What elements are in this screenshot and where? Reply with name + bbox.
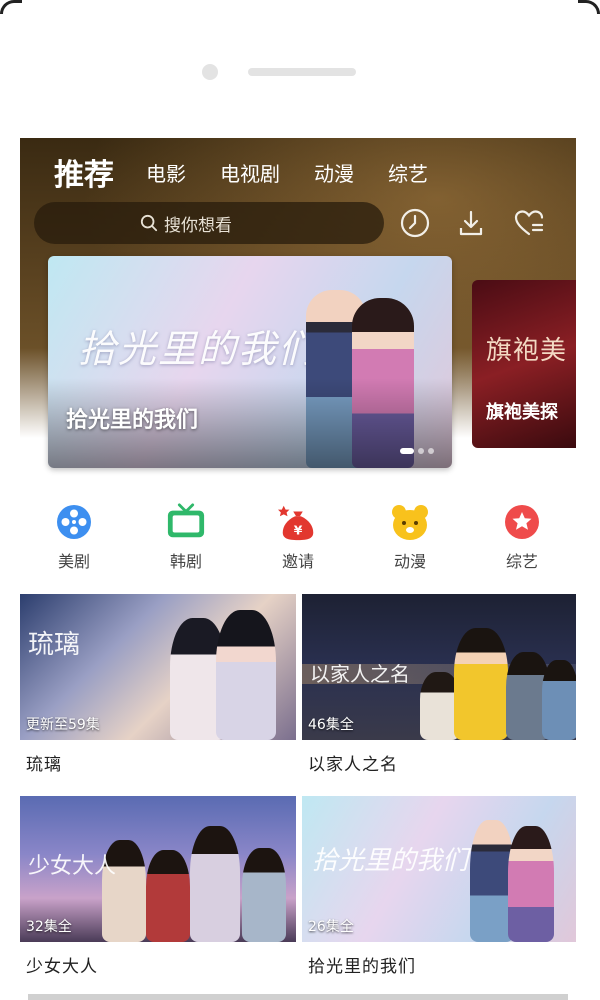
earpiece-speaker: [248, 68, 356, 76]
video-title: 琉璃: [26, 755, 62, 775]
film-reel-icon: [54, 502, 94, 542]
video-card[interactable]: 以家人之名 46集全 以家人之名: [302, 594, 576, 775]
phone-bezel: [0, 0, 600, 138]
banner-title: 拾光里的我们: [66, 408, 199, 433]
episode-status: 更新至59集: [26, 717, 100, 733]
download-icon[interactable]: [454, 206, 488, 240]
category-label: 综艺: [505, 552, 538, 571]
category-shortcuts: 美剧 韩剧 ¥ 邀请 动漫 综艺: [20, 502, 576, 582]
carousel-dot: [400, 448, 414, 454]
category-american-drama[interactable]: 美剧: [34, 502, 114, 572]
video-poster: 少女大人 32集全: [20, 796, 296, 942]
carousel-indicator: [396, 448, 434, 454]
tv-icon: [166, 502, 206, 542]
episode-status: 32集全: [26, 919, 72, 935]
poster-figure: [242, 848, 286, 942]
poster-logo: 少女大人: [28, 854, 117, 879]
carousel-dot: [418, 448, 424, 454]
tab-anime[interactable]: 动漫: [314, 158, 354, 187]
tab-tv-series[interactable]: 电视剧: [220, 158, 280, 187]
video-poster: 以家人之名 46集全: [302, 594, 576, 740]
category-label: 动漫: [393, 552, 426, 571]
bezel-corner-right: [578, 0, 600, 14]
search-placeholder: 搜你想看: [164, 215, 232, 236]
episode-status: 46集全: [308, 717, 354, 733]
poster-figure: [542, 660, 576, 740]
poster-figure: [146, 850, 190, 942]
next-banner-logo: 旗袍美: [486, 336, 568, 366]
next-banner[interactable]: 旗袍美 旗袍美探: [472, 280, 576, 448]
favorites-icon[interactable]: [512, 206, 546, 240]
hero-banner[interactable]: 拾光里的我们 拾光里的我们: [48, 256, 452, 468]
episode-status: 26集全: [308, 919, 354, 935]
video-title: 少女大人: [26, 957, 98, 977]
video-title: 以家人之名: [308, 755, 398, 775]
video-card[interactable]: 少女大人 32集全 少女大人: [20, 796, 296, 977]
poster-figure: [454, 628, 508, 740]
svg-text:¥: ¥: [294, 523, 303, 537]
video-card[interactable]: 琉璃 更新至59集 琉璃: [20, 594, 296, 775]
bezel-corner-left: [0, 0, 22, 14]
poster-figure: [508, 826, 554, 942]
poster-figure: [216, 610, 276, 740]
banner-poster-logo: 拾光里的我们: [78, 327, 319, 371]
poster-logo: 琉璃: [28, 630, 81, 660]
category-label: 美剧: [57, 552, 90, 571]
money-bag-icon: ¥: [278, 502, 318, 542]
category-invite[interactable]: ¥ 邀请: [258, 502, 338, 572]
category-label: 邀请: [281, 552, 314, 571]
category-variety[interactable]: 综艺: [482, 502, 562, 572]
poster-figure: [190, 826, 240, 942]
carousel-dot: [428, 448, 434, 454]
category-korean-drama[interactable]: 韩剧: [146, 502, 226, 572]
video-poster: 琉璃 更新至59集: [20, 594, 296, 740]
tab-movies[interactable]: 电影: [146, 158, 186, 187]
search-input[interactable]: 搜你想看: [34, 202, 384, 244]
search-icon: [140, 214, 158, 232]
star-badge-icon: [502, 502, 542, 542]
tab-variety[interactable]: 综艺: [388, 158, 428, 187]
tab-recommend[interactable]: 推荐: [54, 150, 114, 194]
history-icon[interactable]: [398, 206, 432, 240]
category-label: 韩剧: [169, 552, 202, 571]
next-banner-title: 旗袍美探: [486, 402, 558, 423]
bottom-edge-bar: [28, 994, 568, 1000]
video-poster: 拾光里的我们 26集全: [302, 796, 576, 942]
bear-icon: [390, 502, 430, 542]
video-title: 拾光里的我们: [308, 957, 416, 977]
app-screen: 推荐 电影 电视剧 动漫 综艺 搜你想看 拾光里的我们 拾光里的我们 旗袍美 旗…: [20, 138, 576, 1000]
front-camera: [202, 64, 218, 80]
video-card[interactable]: 拾光里的我们 26集全 拾光里的我们: [302, 796, 576, 977]
top-tab-bar: 推荐 电影 电视剧 动漫 综艺: [54, 150, 462, 194]
category-anime[interactable]: 动漫: [370, 502, 450, 572]
poster-logo: 拾光里的我们: [312, 846, 469, 876]
poster-logo: 以家人之名: [310, 662, 410, 686]
